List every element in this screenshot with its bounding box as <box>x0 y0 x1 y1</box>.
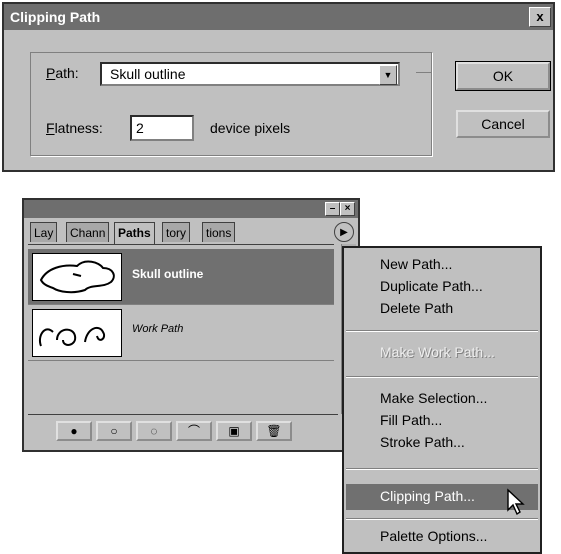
stroke-path-icon[interactable]: ○ <box>96 421 132 441</box>
menu-item-palette-options[interactable]: Palette Options... <box>380 528 487 544</box>
tab-history[interactable]: tory <box>162 222 191 242</box>
chevron-down-icon[interactable]: ▼ <box>379 65 397 85</box>
path-row-work-path[interactable]: Work Path <box>28 305 334 361</box>
menu-item-new-path[interactable]: New Path... <box>380 256 452 272</box>
load-selection-icon[interactable]: ◌ <box>136 421 172 441</box>
paths-list: Skull outline Work Path <box>28 244 334 411</box>
path-select-value: Skull outline <box>110 66 186 82</box>
minimize-icon[interactable]: – <box>325 202 340 216</box>
menu-separator <box>346 376 538 378</box>
path-thumbnail <box>32 309 122 357</box>
path-select[interactable]: Skull outline ▼ <box>100 62 400 86</box>
dialog-title-bar: Clipping Path x <box>4 4 553 30</box>
clipping-path-dialog: Clipping Path x Path: Skull outline ▼ Fl… <box>2 2 555 172</box>
skull-outline-thumbnail-icon <box>39 260 115 294</box>
path-label: Path: <box>46 65 79 81</box>
path-name: Skull outline <box>132 267 204 281</box>
path-row-skull-outline[interactable]: Skull outline <box>28 249 334 305</box>
menu-item-clipping-path[interactable]: Clipping Path... <box>380 488 475 504</box>
menu-item-duplicate-path[interactable]: Duplicate Path... <box>380 278 483 294</box>
menu-separator <box>346 330 538 332</box>
divider <box>416 72 432 73</box>
close-icon[interactable]: x <box>529 7 551 27</box>
menu-item-make-selection[interactable]: Make Selection... <box>380 390 487 406</box>
menu-item-fill-path[interactable]: Fill Path... <box>380 412 442 428</box>
menu-item-delete-path[interactable]: Delete Path <box>380 300 453 316</box>
close-icon[interactable]: × <box>340 202 355 216</box>
tab-paths[interactable]: Paths <box>114 222 155 244</box>
path-name: Work Path <box>132 323 184 335</box>
trash-icon[interactable]: 🗑 <box>256 421 292 441</box>
menu-item-stroke-path[interactable]: Stroke Path... <box>380 434 465 450</box>
dialog-title: Clipping Path <box>10 9 101 25</box>
tab-actions[interactable]: tions <box>202 222 236 242</box>
palette-title-bar[interactable]: – × <box>24 200 358 218</box>
flatness-unit-label: device pixels <box>210 120 291 136</box>
palette-footer: ● ○ ◌ ⌒ ▣ 🗑 <box>28 414 338 445</box>
mouse-pointer-icon <box>507 488 525 516</box>
flatness-label: Flatness: <box>46 120 103 136</box>
tab-channels[interactable]: Chann <box>66 222 110 242</box>
tab-layers[interactable]: Lay <box>30 222 58 242</box>
paths-palette: – × Lay Chann Paths tory tions ▶ Skull o… <box>22 198 360 452</box>
path-thumbnail <box>32 253 122 301</box>
flatness-input[interactable]: 2 <box>130 115 194 141</box>
menu-separator <box>346 518 538 520</box>
menu-separator <box>346 468 538 470</box>
menu-item-make-work-path: Make Work Path... <box>380 344 495 360</box>
work-path-thumbnail-icon <box>39 326 106 347</box>
new-path-icon[interactable]: ▣ <box>216 421 252 441</box>
make-work-path-icon[interactable]: ⌒ <box>176 421 212 441</box>
ok-button[interactable]: OK <box>455 61 551 91</box>
cancel-button[interactable]: Cancel <box>456 110 550 138</box>
fill-path-icon[interactable]: ● <box>56 421 92 441</box>
palette-menu-arrow-icon[interactable]: ▶ <box>334 222 354 242</box>
